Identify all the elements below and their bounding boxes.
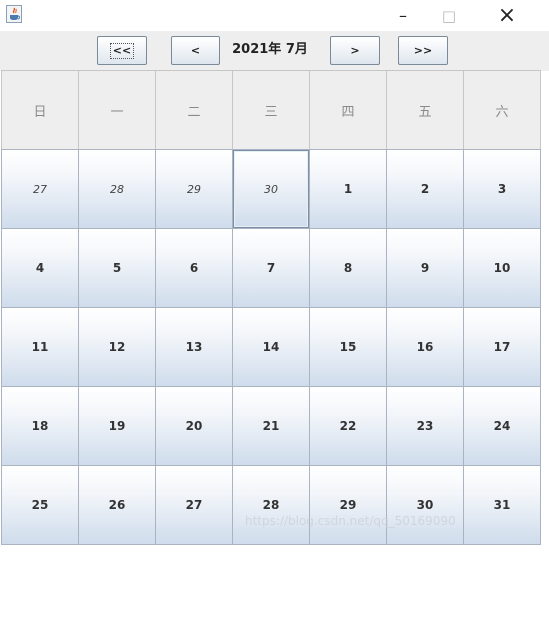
day-cell[interactable]: 31 — [463, 465, 541, 545]
java-app-icon — [6, 5, 22, 23]
day-cell[interactable]: 5 — [78, 228, 156, 308]
day-cell-other-month[interactable]: 30 — [232, 149, 310, 229]
day-cell-other-month[interactable]: 29 — [155, 149, 233, 229]
current-month-label: 2021年 7月 — [232, 42, 308, 57]
day-cell[interactable]: 21 — [232, 386, 310, 466]
weekday-header-wed: 三 — [232, 70, 310, 150]
previous-year-label: << — [109, 42, 135, 59]
day-cell[interactable]: 8 — [309, 228, 387, 308]
minimize-icon: – — [399, 6, 407, 25]
day-cell[interactable]: 23 — [386, 386, 464, 466]
day-cell[interactable]: 6 — [155, 228, 233, 308]
day-cell[interactable]: 26 — [78, 465, 156, 545]
watermark-text: https://blog.csdn.net/qq_50169090 — [245, 514, 456, 528]
day-cell[interactable]: 7 — [232, 228, 310, 308]
day-cell-other-month[interactable]: 28 — [78, 149, 156, 229]
close-icon: × — [497, 3, 517, 28]
next-year-button[interactable]: >> — [398, 36, 448, 65]
day-cell-other-month[interactable]: 27 — [1, 149, 79, 229]
previous-month-button[interactable]: < — [171, 36, 220, 65]
day-cell[interactable]: 4 — [1, 228, 79, 308]
day-cell[interactable]: 16 — [386, 307, 464, 387]
month-navigation-bar: << < 2021年 7月 > >> — [0, 31, 549, 71]
day-cell[interactable]: 10 — [463, 228, 541, 308]
day-cell[interactable]: 11 — [1, 307, 79, 387]
day-cell[interactable]: 27 — [155, 465, 233, 545]
day-cell[interactable]: 29 — [309, 465, 387, 545]
day-cell[interactable]: 28 — [232, 465, 310, 545]
day-cell[interactable]: 14 — [232, 307, 310, 387]
day-cell[interactable]: 15 — [309, 307, 387, 387]
weekday-header-tue: 二 — [155, 70, 233, 150]
day-cell[interactable]: 22 — [309, 386, 387, 466]
day-cell[interactable]: 20 — [155, 386, 233, 466]
next-year-label: >> — [413, 43, 433, 57]
close-button[interactable]: × — [484, 0, 530, 31]
previous-year-button[interactable]: << — [97, 36, 147, 65]
day-cell[interactable]: 9 — [386, 228, 464, 308]
day-cell[interactable]: 25 — [1, 465, 79, 545]
day-cell[interactable]: 12 — [78, 307, 156, 387]
title-bar: – □ × — [0, 0, 549, 31]
previous-month-label: < — [190, 43, 201, 57]
day-cell[interactable]: 30 — [386, 465, 464, 545]
maximize-icon: □ — [441, 6, 457, 25]
day-cell[interactable]: 18 — [1, 386, 79, 466]
day-cell[interactable]: 24 — [463, 386, 541, 466]
next-month-button[interactable]: > — [330, 36, 380, 65]
weekday-header-mon: 一 — [78, 70, 156, 150]
weekday-header-fri: 五 — [386, 70, 464, 150]
maximize-button[interactable]: □ — [426, 0, 472, 31]
weekday-header-thu: 四 — [309, 70, 387, 150]
day-cell[interactable]: 2 — [386, 149, 464, 229]
day-cell[interactable]: 1 — [309, 149, 387, 229]
day-cell[interactable]: 3 — [463, 149, 541, 229]
minimize-button[interactable]: – — [380, 0, 426, 31]
day-cell[interactable]: 13 — [155, 307, 233, 387]
day-cell[interactable]: 19 — [78, 386, 156, 466]
calendar-grid: 日 一 二 三 四 五 六 27 28 29 30 1 2 3 4 5 6 7 8 9 10 11 12 13 1… — [1, 70, 541, 624]
next-month-label: > — [350, 43, 360, 57]
day-cell[interactable]: 17 — [463, 307, 541, 387]
weekday-header-sat: 六 — [463, 70, 541, 150]
weekday-header-sun: 日 — [1, 70, 79, 150]
